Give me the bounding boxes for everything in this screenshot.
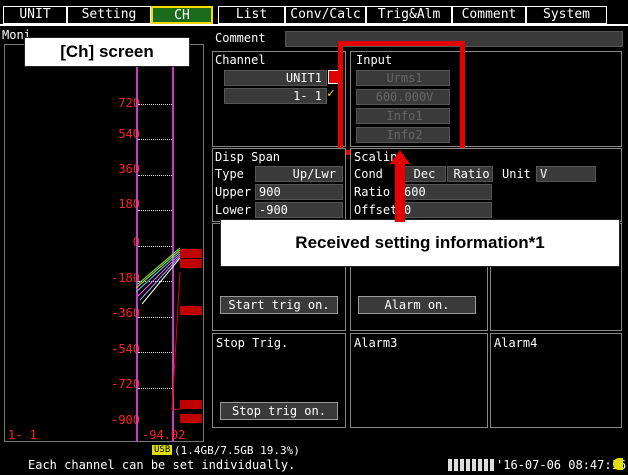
lower-label: Lower (215, 203, 252, 217)
received-info-callout: Received setting information*1 (220, 219, 620, 267)
ch-screen-callout: [Ch] screen (24, 37, 190, 67)
stop-trig-button[interactable]: Stop trig on. (220, 402, 338, 420)
upper-label: Upper (215, 185, 252, 199)
tab-system[interactable]: System (526, 6, 607, 24)
tab-unit[interactable]: UNIT (3, 6, 67, 24)
type-label: Type (215, 167, 244, 181)
channel-marker (180, 249, 202, 258)
unit-select[interactable]: UNIT1 (224, 70, 327, 86)
upper-field[interactable]: 900 (255, 184, 343, 200)
comment-label: Comment (215, 31, 266, 45)
grid-line (138, 210, 172, 211)
device-screen: UNIT Setting CH List Conv/Calc Trig&Alm … (0, 0, 628, 475)
channel-marker (180, 414, 202, 423)
channel-select[interactable]: 1- 1 (224, 88, 327, 104)
grid-line (138, 175, 172, 176)
y-tick-label: 360 (118, 162, 140, 176)
unit-field[interactable]: V (536, 166, 596, 182)
tab-ch[interactable]: CH (151, 6, 213, 24)
channel-id: 1- 1 (8, 428, 37, 442)
y-tick-label: 180 (118, 197, 140, 211)
arrow-icon (390, 150, 410, 222)
check-icon: ✓ (327, 86, 335, 101)
cond-label: Cond (354, 167, 383, 181)
y-tick-label: 720 (118, 96, 140, 110)
grid-line (138, 139, 172, 140)
current-value: -94.02 (142, 428, 186, 442)
cond-ratio-option[interactable]: Ratio (447, 166, 493, 182)
channel-marker (180, 400, 202, 409)
channel-marker (180, 306, 202, 315)
help-text: Each channel can be set individually. (28, 458, 296, 472)
channel-marker (180, 259, 202, 268)
alarm3-label: Alarm3 (354, 336, 398, 350)
alarm-button[interactable]: Alarm on. (358, 296, 476, 314)
stop-trig-label: Stop Trig. (216, 336, 289, 350)
start-trig-button[interactable]: Start trig on. (220, 296, 338, 314)
tab-underline (0, 24, 628, 26)
tab-trig-alm[interactable]: Trig&Alm (366, 6, 452, 24)
tab-setting[interactable]: Setting (67, 6, 151, 24)
tab-conv-calc[interactable]: Conv/Calc (285, 6, 366, 24)
tab-list[interactable]: List (218, 6, 285, 24)
storage-status: (1.4GB/7.5GB 19.3%) (174, 444, 300, 457)
power-icon (613, 458, 623, 470)
disp-span-label: Disp Span (215, 150, 281, 164)
tab-comment[interactable]: Comment (452, 6, 526, 24)
channel-label: Channel (215, 53, 266, 67)
highlight-box (338, 41, 465, 155)
grid-line (138, 104, 172, 105)
usb-badge: USB (152, 445, 173, 455)
type-select[interactable]: Up/Lwr (255, 166, 343, 182)
lower-field[interactable]: -900 (255, 202, 343, 218)
y-tick-label: 540 (118, 127, 140, 141)
unit-label: Unit (502, 167, 531, 181)
datetime: '16-07-06 08:47:16 (494, 458, 627, 472)
alarm4-label: Alarm4 (494, 336, 538, 350)
